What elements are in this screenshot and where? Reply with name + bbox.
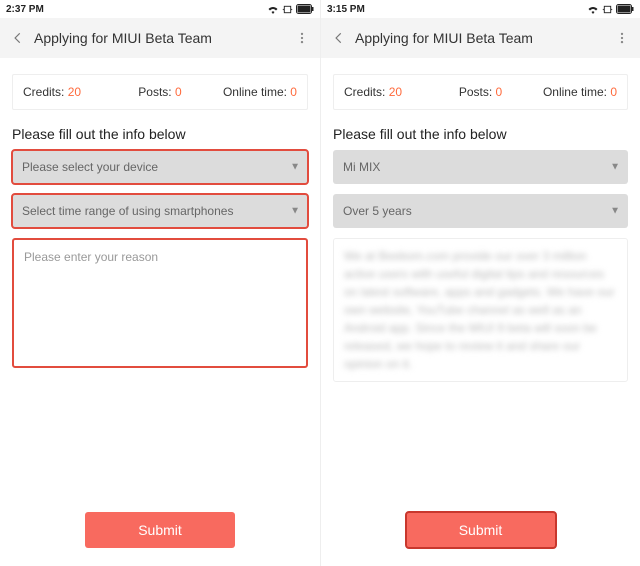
rotate-icon [282,4,293,15]
stats-card: Credits: 20 Posts: 0 Online time: 0 [333,74,628,110]
page-title: Applying for MIUI Beta Team [30,30,290,46]
status-bar: 3:15 PM [321,0,640,18]
chevron-down-icon: ▼ [290,162,300,173]
back-button[interactable] [6,31,30,45]
status-time: 3:15 PM [327,4,365,15]
time-range-select[interactable]: Select time range of using smartphones ▼ [12,194,308,228]
status-icons [587,4,634,15]
status-icons [267,4,314,15]
vertical-dots-icon [295,31,309,45]
battery-icon [296,4,314,14]
chevron-left-icon [11,31,25,45]
battery-icon [616,4,634,14]
submit-button[interactable]: Submit [85,512,235,548]
credits-stat: Credits: 20 [344,85,435,99]
chevron-down-icon: ▼ [610,206,620,217]
credits-stat: Credits: 20 [23,85,114,99]
stats-card: Credits: 20 Posts: 0 Online time: 0 [12,74,308,110]
rotate-icon [602,4,613,15]
device-select[interactable]: Mi MIX ▼ [333,150,628,184]
reason-placeholder: Please enter your reason [24,250,158,264]
status-bar: 2:37 PM [0,0,320,18]
online-time-stat: Online time: 0 [526,85,617,99]
time-range-select-text: Select time range of using smartphones [22,204,233,218]
app-header: Applying for MIUI Beta Team [321,18,640,58]
chevron-down-icon: ▼ [290,206,300,217]
device-select[interactable]: Please select your device ▼ [12,150,308,184]
online-time-stat: Online time: 0 [206,85,297,99]
overflow-menu-button[interactable] [610,31,634,45]
posts-stat: Posts: 0 [435,85,526,99]
device-select-text: Mi MIX [343,160,380,174]
device-select-text: Please select your device [22,160,158,174]
form-prompt: Please fill out the info below [12,126,308,142]
chevron-down-icon: ▼ [610,162,620,173]
wifi-icon [267,4,279,14]
status-time: 2:37 PM [6,4,44,15]
app-header: Applying for MIUI Beta Team [0,18,320,58]
reason-textarea[interactable]: Please enter your reason [12,238,308,368]
reason-textarea[interactable]: We at Beebom.com provide our over 3 mill… [333,238,628,382]
page-title: Applying for MIUI Beta Team [351,30,610,46]
posts-stat: Posts: 0 [114,85,205,99]
screen-left: 2:37 PM Applying for MIUI Beta Team Cred… [0,0,320,566]
screen-right: 3:15 PM Applying for MIUI Beta Team Cred… [320,0,640,566]
back-button[interactable] [327,31,351,45]
form-prompt: Please fill out the info below [333,126,628,142]
vertical-dots-icon [615,31,629,45]
time-range-select[interactable]: Over 5 years ▼ [333,194,628,228]
reason-text: We at Beebom.com provide our over 3 mill… [344,249,615,371]
wifi-icon [587,4,599,14]
time-range-select-text: Over 5 years [343,204,412,218]
submit-button[interactable]: Submit [406,512,556,548]
overflow-menu-button[interactable] [290,31,314,45]
chevron-left-icon [332,31,346,45]
